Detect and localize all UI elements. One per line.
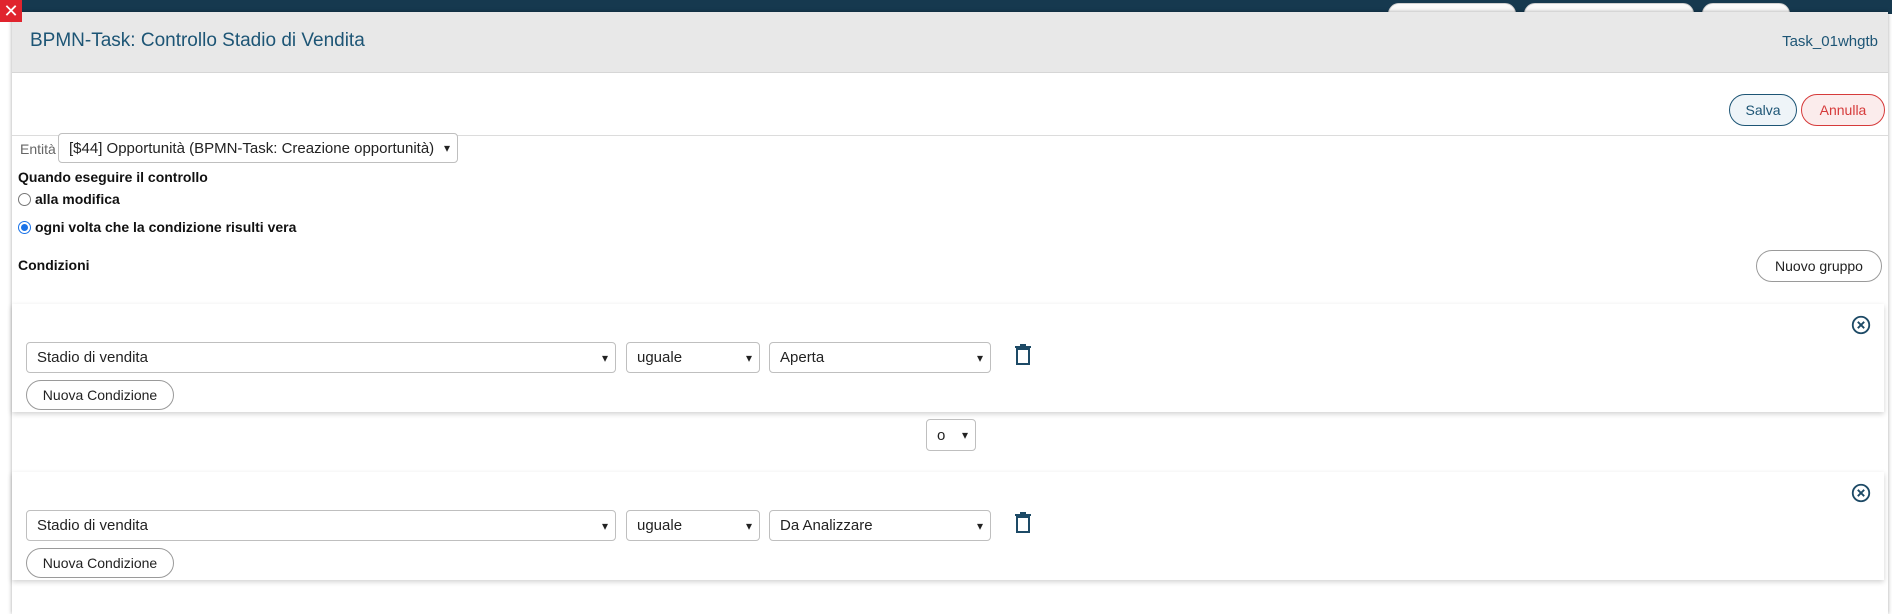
- operator-select[interactable]: uguale: [626, 510, 760, 541]
- entity-select[interactable]: [$44] Opportunità (BPMN-Task: Creazione …: [58, 133, 458, 163]
- radio-button[interactable]: [18, 220, 31, 234]
- trash-icon[interactable]: [1014, 344, 1032, 366]
- new-group-button[interactable]: Nuovo gruppo: [1756, 250, 1882, 282]
- value-select-wrapper: Da Analizzare ▾: [769, 510, 991, 541]
- task-modal: BPMN-Task: Controllo Stadio di Vendita T…: [12, 12, 1888, 614]
- new-condition-button[interactable]: Nuova Condizione: [26, 548, 174, 578]
- modal-toolbar: Salva Annulla: [12, 73, 1888, 136]
- radio-label: alla modifica: [35, 191, 120, 207]
- when-title: Quando eseguire il controllo: [18, 169, 208, 185]
- radio-label: ogni volta che la condizione risulti ver…: [35, 219, 297, 235]
- condition-group: Stadio di vendita ▾ uguale ▾ Da Analizza…: [12, 472, 1884, 580]
- remove-group-icon[interactable]: [1850, 482, 1872, 504]
- trash-icon[interactable]: [1014, 512, 1032, 534]
- modal-header: BPMN-Task: Controllo Stadio di Vendita T…: [12, 12, 1888, 73]
- new-condition-button[interactable]: Nuova Condizione: [26, 380, 174, 410]
- group-operator-select[interactable]: o: [926, 419, 976, 451]
- operator-select-wrapper: uguale ▾: [626, 342, 760, 373]
- field-select-wrapper: Stadio di vendita ▾: [26, 510, 616, 541]
- field-select[interactable]: Stadio di vendita: [26, 510, 616, 541]
- task-id: Task_01whgtb: [1782, 33, 1878, 50]
- conditions-title: Condizioni: [18, 257, 90, 273]
- entity-select-wrapper: [$44] Opportunità (BPMN-Task: Creazione …: [58, 133, 458, 163]
- value-select[interactable]: Aperta: [769, 342, 991, 373]
- close-icon[interactable]: ✕: [0, 0, 22, 22]
- remove-group-icon[interactable]: [1850, 314, 1872, 336]
- group-operator-wrapper: o ▾: [926, 419, 976, 451]
- radio-when-true[interactable]: ogni volta che la condizione risulti ver…: [18, 219, 296, 235]
- operator-select[interactable]: uguale: [626, 342, 760, 373]
- cancel-button[interactable]: Annulla: [1801, 94, 1885, 126]
- value-select[interactable]: Da Analizzare: [769, 510, 991, 541]
- modal-title: BPMN-Task: Controllo Stadio di Vendita: [30, 30, 365, 51]
- value-select-wrapper: Aperta ▾: [769, 342, 991, 373]
- operator-select-wrapper: uguale ▾: [626, 510, 760, 541]
- radio-button[interactable]: [18, 192, 31, 206]
- condition-group: Stadio di vendita ▾ uguale ▾ Aperta ▾ Nu…: [12, 304, 1884, 412]
- radio-on-modify[interactable]: alla modifica: [18, 191, 120, 207]
- save-button[interactable]: Salva: [1729, 94, 1797, 126]
- entity-label: Entità: [20, 141, 56, 157]
- field-select[interactable]: Stadio di vendita: [26, 342, 616, 373]
- field-select-wrapper: Stadio di vendita ▾: [26, 342, 616, 373]
